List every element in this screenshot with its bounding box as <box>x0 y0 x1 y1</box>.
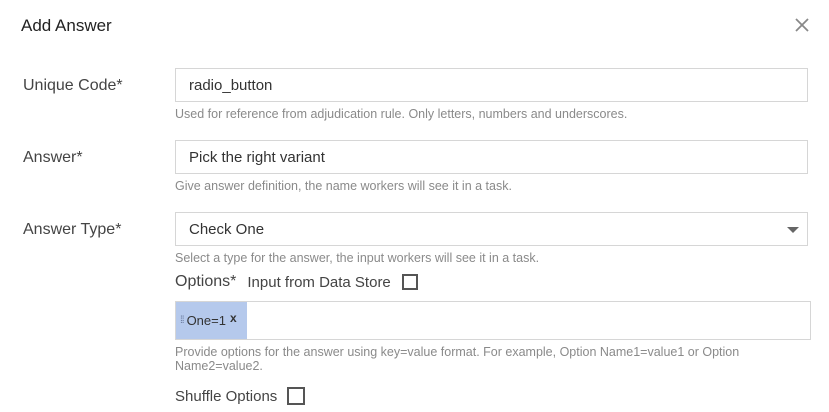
answer-type-help: Select a type for the answer, the input … <box>175 251 540 265</box>
answer-input[interactable] <box>176 141 807 173</box>
answer-type-selected-value: Check One <box>189 221 265 238</box>
unique-code-input[interactable] <box>176 69 807 101</box>
option-tag-text: One=1 <box>186 313 226 328</box>
dialog-title: Add Answer <box>21 16 112 35</box>
options-help: Provide options for the answer using key… <box>175 345 740 373</box>
data-store-label: Input from Data Store <box>247 273 391 291</box>
options-label: Options* <box>175 273 237 290</box>
data-store-checkbox[interactable] <box>401 274 418 290</box>
options-tags-input[interactable]: ⁞⁞ One=1 x <box>175 301 811 340</box>
answer-field <box>175 140 808 174</box>
answer-help: Give answer definition, the name workers… <box>175 179 512 193</box>
answer-label: Answer* <box>23 149 83 166</box>
answer-type-select[interactable]: Check One <box>175 212 808 246</box>
options-row: Options* Input from Data Store <box>175 273 418 291</box>
shuffle-row: Shuffle Options <box>175 387 306 405</box>
unique-code-label: Unique Code* <box>23 77 123 94</box>
unique-code-help: Used for reference from adjudication rul… <box>175 107 628 121</box>
unique-code-field <box>175 68 808 102</box>
shuffle-options-checkbox[interactable] <box>287 387 306 405</box>
answer-type-label: Answer Type* <box>23 221 122 238</box>
drag-handle-icon[interactable]: ⁞⁞ <box>180 315 184 326</box>
close-icon <box>795 18 809 32</box>
close-button[interactable] <box>791 14 813 36</box>
remove-tag-icon[interactable]: x <box>230 311 237 325</box>
option-tag[interactable]: ⁞⁞ One=1 x <box>176 302 247 339</box>
shuffle-options-label: Shuffle Options <box>175 387 278 405</box>
chevron-down-icon <box>787 227 799 233</box>
